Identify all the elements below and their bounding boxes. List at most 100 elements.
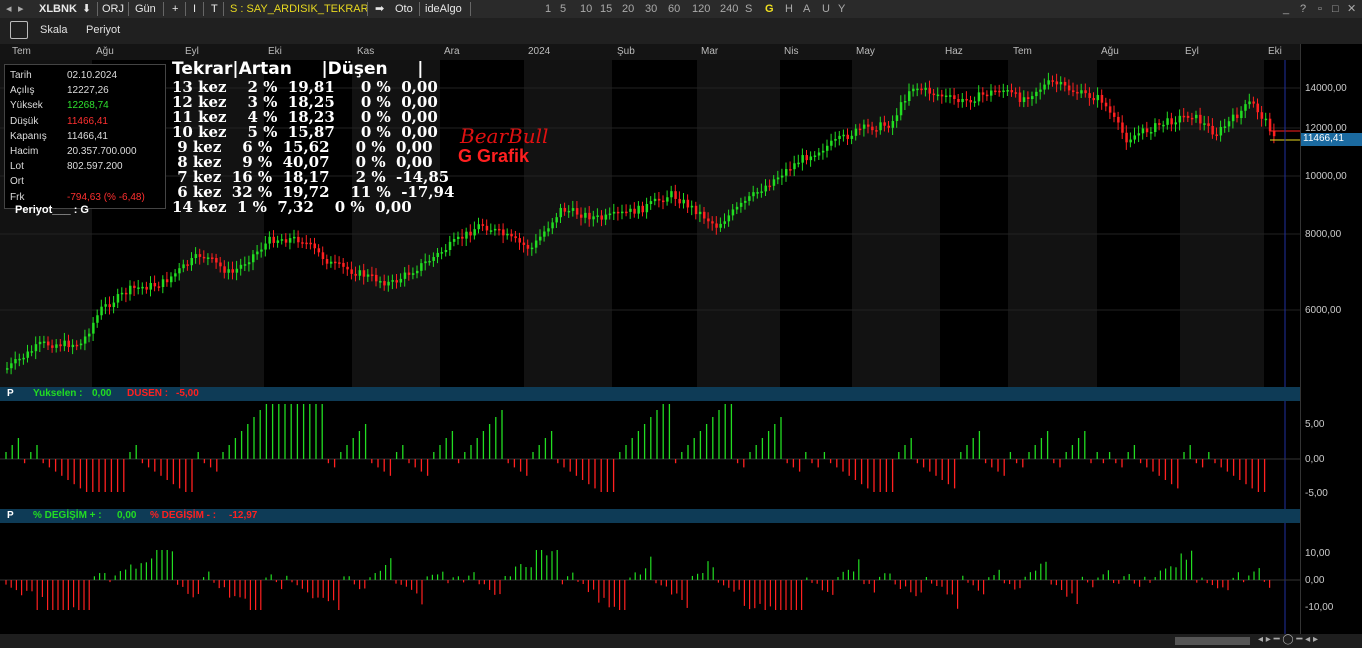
candle-body	[1252, 101, 1255, 104]
candle-body	[190, 257, 193, 266]
period-option[interactable]: 60	[668, 2, 680, 16]
period-option[interactable]: 30	[645, 2, 657, 16]
candle-body	[1260, 112, 1264, 119]
gun-button[interactable]: Gün	[135, 2, 156, 16]
candle-body	[539, 236, 542, 241]
candle-body	[1158, 123, 1161, 125]
candle-body	[953, 95, 956, 100]
horizontal-scroll-thumb[interactable]	[1175, 637, 1250, 645]
candle-body	[1170, 118, 1173, 125]
candle-body	[346, 266, 349, 270]
plus-button[interactable]: +	[172, 2, 178, 16]
candle-body	[10, 363, 13, 369]
candle-body	[1072, 90, 1075, 92]
period-option[interactable]: U	[822, 2, 830, 16]
period-option[interactable]: 5	[560, 2, 566, 16]
candle-body	[801, 155, 804, 163]
candle-body	[83, 336, 87, 344]
candle-body	[780, 175, 784, 178]
candle-body	[34, 344, 38, 352]
logo-grafik: G Grafik	[458, 146, 530, 166]
nav-right-icon[interactable]: ▸	[18, 2, 24, 16]
arrow-right-icon[interactable]: ➡	[375, 2, 384, 16]
candle-body	[1248, 101, 1251, 105]
period-option[interactable]: 20	[622, 2, 634, 16]
candle-body	[157, 286, 161, 288]
candle-body	[1268, 118, 1272, 132]
candle-body	[1227, 121, 1231, 127]
candle-body	[301, 242, 304, 244]
orj-button[interactable]: ORJ	[102, 2, 124, 16]
minimize-icon[interactable]: _	[1283, 2, 1289, 16]
candle-body	[809, 156, 813, 161]
last-price-label: 11466,41	[1301, 133, 1362, 146]
maximize-icon[interactable]: □	[1332, 2, 1339, 16]
period-option[interactable]: A	[803, 2, 810, 16]
info-key: Tarih	[10, 70, 32, 81]
help-icon[interactable]: ?	[1300, 2, 1306, 16]
panel2-header: P % DEGİŞİM + : 0,00 % DEGİŞİM - : -12,9…	[0, 509, 1300, 523]
candle-body	[428, 260, 431, 263]
candle-body	[813, 155, 817, 158]
period-option[interactable]: 120	[692, 2, 710, 16]
candle-body	[858, 128, 862, 131]
period-option[interactable]: S	[745, 2, 752, 16]
candle-body	[1018, 92, 1022, 103]
price-tick: 14000,00	[1305, 83, 1347, 94]
oto-button[interactable]: Oto	[395, 2, 413, 16]
candle-body	[186, 264, 189, 266]
nav-left-icon[interactable]: ◂	[6, 2, 12, 16]
period-option[interactable]: Y	[838, 2, 845, 16]
save-icon[interactable]	[10, 21, 28, 39]
candle-body	[104, 304, 107, 307]
candle-body	[30, 351, 34, 353]
period-option[interactable]: 240	[720, 2, 738, 16]
candle-body	[682, 199, 685, 204]
candle-body	[1133, 135, 1136, 140]
period-option[interactable]: G	[765, 2, 774, 16]
candle-body	[358, 270, 362, 276]
candle-body	[977, 92, 981, 102]
restore-icon[interactable]: ▫	[1318, 2, 1322, 16]
candle-body	[559, 207, 562, 218]
month-band	[1180, 60, 1264, 387]
period-option[interactable]: 1	[545, 2, 551, 16]
period-option[interactable]: H	[785, 2, 793, 16]
t-button[interactable]: T	[211, 2, 218, 16]
strategy-label[interactable]: S : SAY_ARDISIK_TEKRAR	[230, 2, 369, 16]
candle-body	[14, 359, 17, 364]
title-bar: ◂ ▸ XLBNK ⬇ ORJ Gün + I T S : SAY_ARDISI…	[0, 0, 1362, 19]
candle-body	[469, 231, 472, 236]
candle-body	[305, 242, 308, 245]
scale-menu[interactable]: Skala	[40, 24, 68, 36]
candle-body	[473, 229, 476, 236]
candle-body	[47, 341, 50, 346]
candle-body	[239, 264, 243, 269]
i-button[interactable]: I	[193, 2, 196, 16]
close-icon[interactable]: ✕	[1347, 2, 1356, 16]
candle-body	[313, 243, 316, 249]
candle-body	[678, 198, 681, 204]
candle-body	[899, 102, 903, 116]
candle-body	[526, 244, 530, 249]
candle-body	[6, 368, 9, 370]
period-menu[interactable]: Periyot	[86, 24, 120, 36]
candle-body	[1076, 91, 1079, 94]
candle-body	[383, 281, 386, 286]
period-option[interactable]: 10	[580, 2, 592, 16]
candle-body	[116, 294, 120, 303]
candle-body	[543, 231, 546, 237]
panel2-tick: 10,00	[1305, 548, 1331, 559]
candle-body	[202, 256, 206, 259]
symbol-label[interactable]: XLBNK	[39, 2, 77, 16]
idealgo-label[interactable]: ideAlgo	[425, 2, 462, 16]
arrow-down-icon[interactable]: ⬇	[82, 2, 91, 16]
candle-body	[407, 272, 411, 275]
candle-body	[1022, 97, 1026, 103]
zoom-out-icon[interactable]: ◂ ▸ ━ ◯ ━ ◂ ▸	[1258, 634, 1318, 645]
bottom-scrollbar: ◂ ▸ ━ ◯ ━ ◂ ▸	[0, 634, 1362, 648]
candle-body	[465, 231, 468, 239]
period-option[interactable]: 15	[600, 2, 612, 16]
candle-body	[1186, 115, 1190, 118]
candle-body	[789, 169, 792, 171]
